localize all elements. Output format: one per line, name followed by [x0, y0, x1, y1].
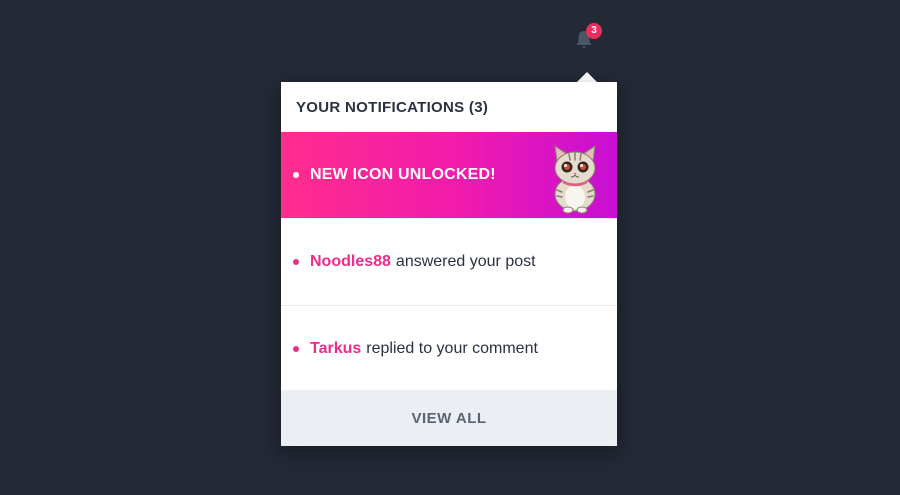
- notifications-dropdown: YOUR NOTIFICATIONS (3) NEW ICON UNLOCKED…: [281, 82, 617, 446]
- notification-item[interactable]: Tarkus replied to your comment: [281, 305, 617, 392]
- bullet-dot: [293, 346, 299, 352]
- view-all-button[interactable]: VIEW ALL: [281, 390, 617, 446]
- bullet-dot: [293, 172, 299, 178]
- notification-username-link[interactable]: Tarkus: [310, 340, 361, 358]
- cat-icon: [554, 144, 596, 214]
- notification-item[interactable]: Noodles88 answered your post: [281, 218, 617, 305]
- notification-count-badge: 3: [586, 23, 602, 39]
- dropdown-caret: [577, 72, 597, 82]
- notifications-bell-button[interactable]: 3: [571, 22, 603, 56]
- unlock-text: NEW ICON UNLOCKED!: [310, 166, 496, 183]
- notification-username-link[interactable]: Noodles88: [310, 253, 391, 271]
- notification-action-text: answered your post: [395, 253, 536, 270]
- notification-action-text: replied to your comment: [366, 340, 538, 357]
- notification-item-unlock[interactable]: NEW ICON UNLOCKED!: [281, 132, 617, 218]
- bullet-dot: [293, 259, 299, 265]
- dropdown-header: YOUR NOTIFICATIONS (3): [296, 98, 489, 116]
- app-stage: 3 YOUR NOTIFICATIONS (3) NEW ICON UNLOCK…: [0, 0, 900, 495]
